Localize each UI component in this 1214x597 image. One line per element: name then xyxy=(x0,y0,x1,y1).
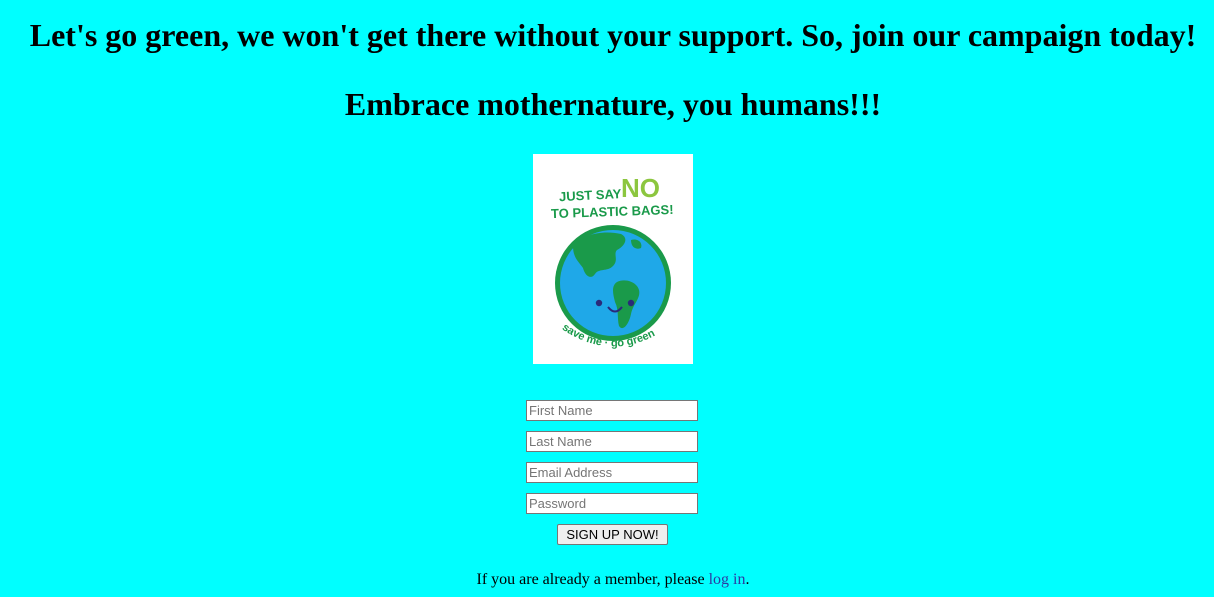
poster-plastic-bags-text: TO PLASTIC BAGS! xyxy=(551,202,674,221)
login-prompt-suffix: . xyxy=(745,571,750,588)
poster-just-say-text: JUST SAY xyxy=(559,186,622,204)
login-prompt: If you are already a member, please log … xyxy=(0,570,1214,590)
last-name-input[interactable] xyxy=(526,431,698,452)
campaign-page: Let's go green, we won't get there witho… xyxy=(0,0,1214,597)
password-input[interactable] xyxy=(526,493,698,514)
page-headline: Let's go green, we won't get there witho… xyxy=(29,17,1197,53)
email-address-input[interactable] xyxy=(526,462,698,483)
first-name-input[interactable] xyxy=(526,400,698,421)
earth-poster-image: JUST SAY NO TO PLASTIC BAGS! save me · g… xyxy=(551,173,674,350)
login-prompt-text: If you are already a member, please xyxy=(476,571,709,588)
page-subheadline: Embrace mothernature, you humans!!! xyxy=(344,86,882,122)
sign-up-button[interactable]: SIGN UP NOW! xyxy=(557,524,668,545)
globe-icon xyxy=(555,225,671,341)
log-in-link[interactable]: log in xyxy=(709,571,746,588)
poster-no-text: NO xyxy=(621,173,660,203)
no-plastic-bags-poster: JUST SAY NO TO PLASTIC BAGS! save me · g… xyxy=(533,154,693,364)
